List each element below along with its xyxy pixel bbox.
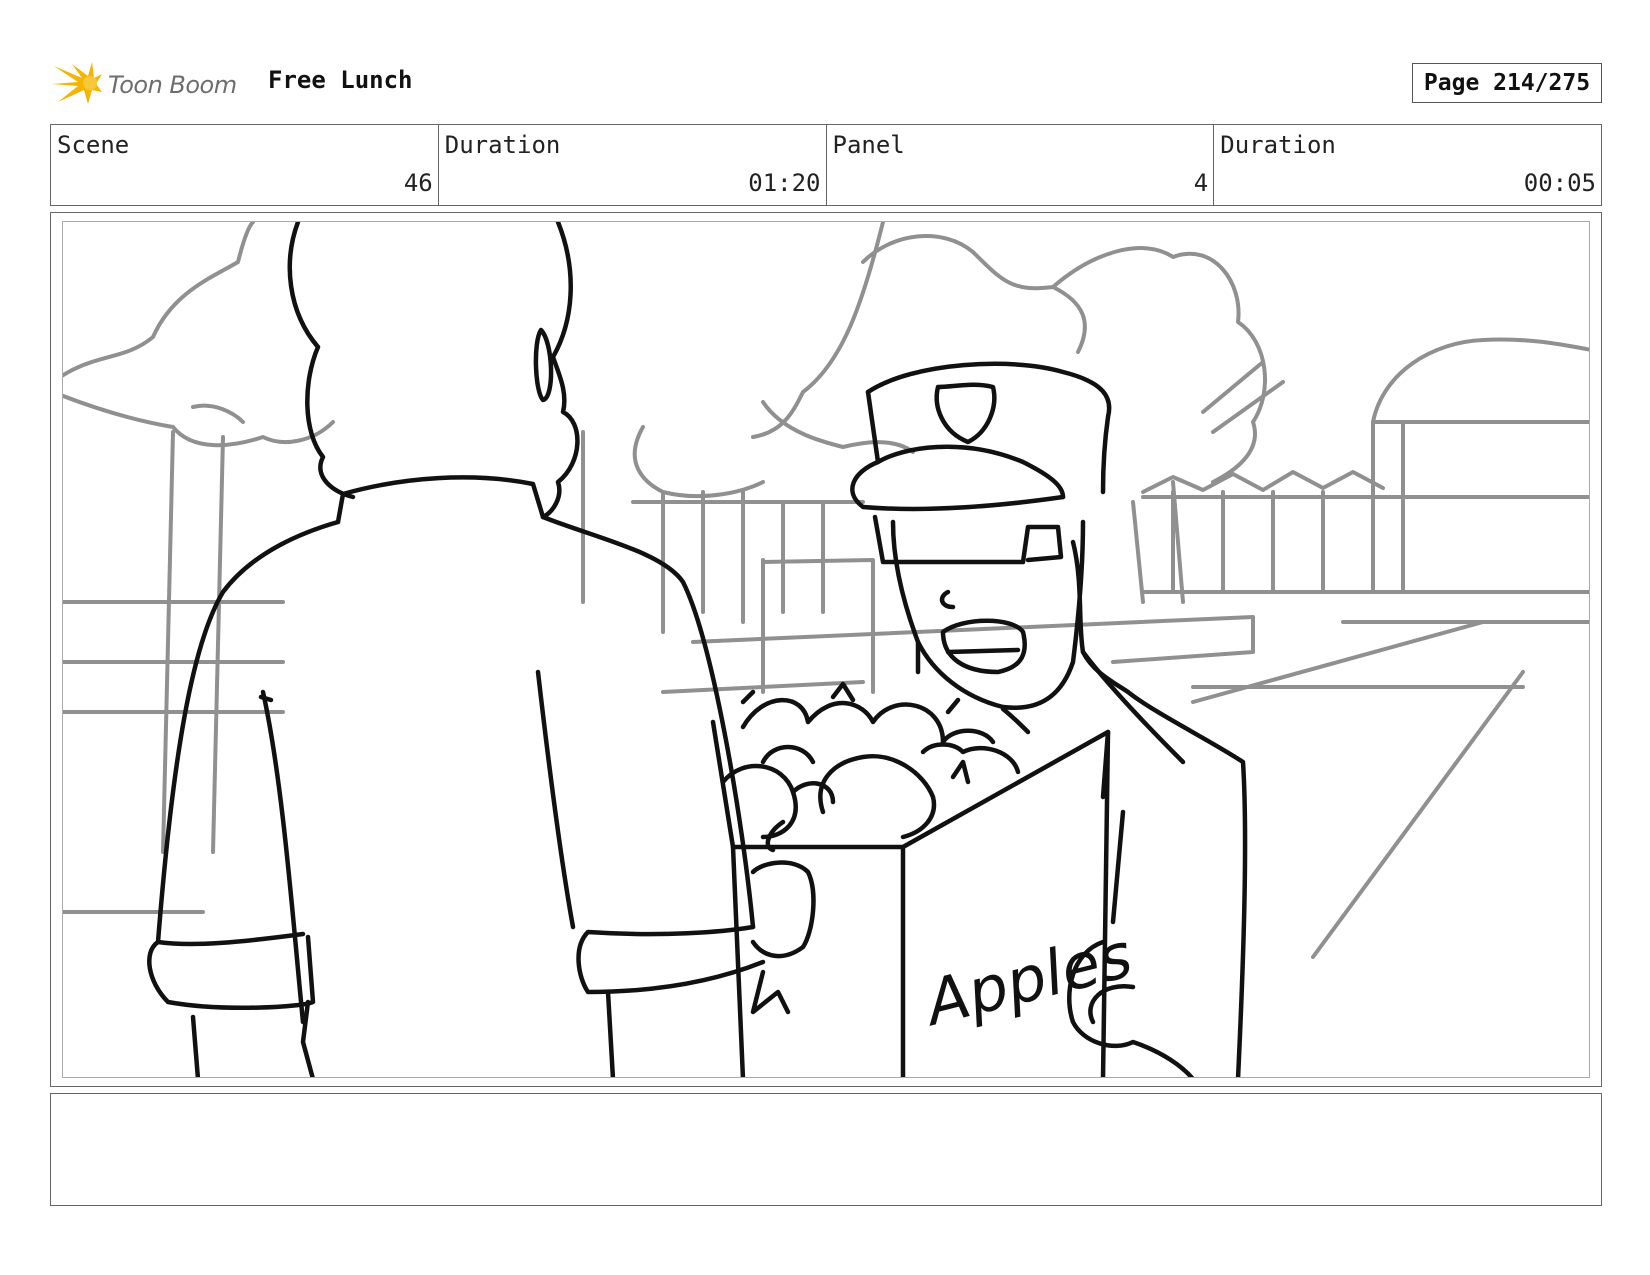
panel-duration-label: Duration <box>1220 131 1336 159</box>
scene-duration-value: 01:20 <box>748 169 821 197</box>
scene-info-table: Scene 46 Duration 01:20 Panel 4 Duration… <box>50 124 1602 206</box>
page-header: Toon Boom Free Lunch Page 214/275 <box>0 0 1650 120</box>
panel-duration-cell: Duration 00:05 <box>1214 125 1601 205</box>
scene-value: 46 <box>403 169 433 197</box>
notes-box[interactable] <box>50 1093 1602 1206</box>
panel-cell: Panel 4 <box>827 125 1215 205</box>
toon-boom-logo: Toon Boom <box>52 58 237 112</box>
scene-duration-cell: Duration 01:20 <box>439 125 827 205</box>
panel-drawing: Apples <box>62 221 1590 1078</box>
panel-label: Panel <box>832 131 905 159</box>
project-title: Free Lunch <box>268 66 413 94</box>
starburst-icon <box>52 58 104 112</box>
scene-cell: Scene 46 <box>51 125 439 205</box>
character-back-view <box>147 222 766 1077</box>
page-number: Page 214/275 <box>1412 63 1602 103</box>
scene-label: Scene <box>57 131 130 159</box>
panel-frame: Apples <box>50 212 1602 1087</box>
scene-duration-label: Duration <box>444 131 561 159</box>
panel-duration-value: 00:05 <box>1523 169 1596 197</box>
panel-value: 4 <box>1193 169 1209 197</box>
storyboard-sketch: Apples <box>63 222 1589 1077</box>
logo-text: Toon Boom <box>108 71 237 99</box>
